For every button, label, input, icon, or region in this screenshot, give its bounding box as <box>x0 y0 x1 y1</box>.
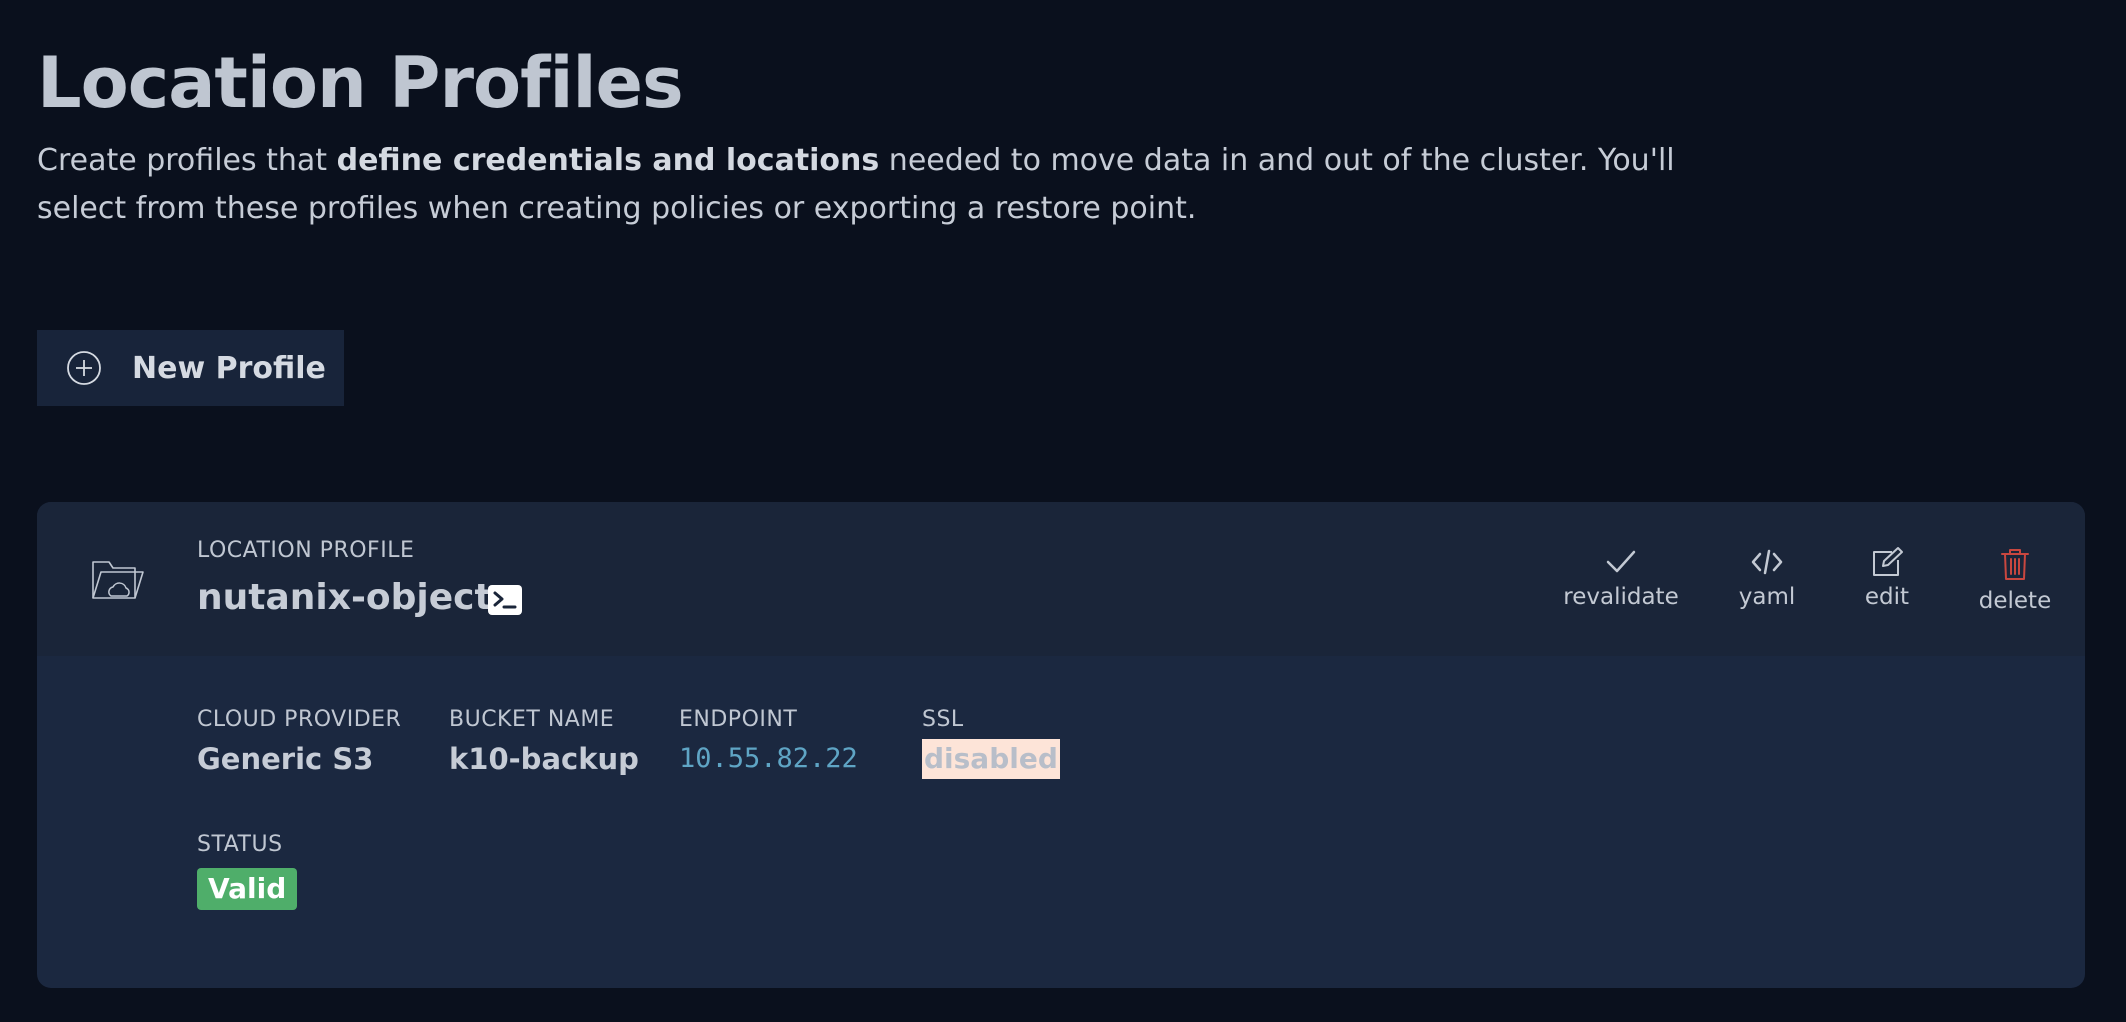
profile-type-label: LOCATION PROFILE <box>197 538 415 563</box>
yaml-action[interactable]: yaml <box>1717 546 1817 610</box>
description-emphasis: define credentials and locations <box>336 143 880 178</box>
bucket-name-field: BUCKET NAME k10-backup <box>449 705 639 779</box>
new-profile-button[interactable]: New Profile <box>37 330 344 406</box>
delete-label: delete <box>1978 588 2052 614</box>
ssl-field: SSL disabled <box>922 705 1060 779</box>
page-title: Location Profiles <box>37 42 684 124</box>
endpoint-label: ENDPOINT <box>679 707 798 732</box>
status-badge: Valid <box>197 868 298 910</box>
ssl-value: disabled <box>922 739 1060 779</box>
new-profile-label: New Profile <box>132 350 326 386</box>
delete-action[interactable]: delete <box>1959 546 2071 614</box>
description-text-start: Create profiles that <box>37 143 337 178</box>
profile-card-header: LOCATION PROFILE nutanix-object revalida… <box>37 502 2085 656</box>
code-icon <box>1751 549 1783 575</box>
location-profile-card: LOCATION PROFILE nutanix-object revalida… <box>37 502 2085 988</box>
terminal-icon[interactable] <box>488 585 522 615</box>
page-description: Create profiles that define credentials … <box>37 137 1677 233</box>
profile-name: nutanix-object <box>197 577 492 618</box>
status-label: STATUS <box>197 832 283 857</box>
revalidate-label: revalidate <box>1563 584 1679 610</box>
edit-icon <box>1873 547 1903 576</box>
yaml-label: yaml <box>1738 584 1796 610</box>
cloud-provider-label: CLOUD PROVIDER <box>197 707 402 732</box>
edit-label: edit <box>1864 584 1910 610</box>
endpoint-value: 10.55.82.22 <box>679 743 858 774</box>
cloud-provider-field: CLOUD PROVIDER Generic S3 <box>197 705 401 779</box>
edit-action[interactable]: edit <box>1837 546 1937 610</box>
revalidate-action[interactable]: revalidate <box>1546 546 1696 610</box>
status-field: STATUS Valid <box>197 830 298 910</box>
trash-icon <box>2001 549 2029 580</box>
bucket-name-value: k10-backup <box>449 742 639 776</box>
plus-circle-icon <box>67 351 101 385</box>
check-icon <box>1606 550 1636 573</box>
endpoint-field: ENDPOINT 10.55.82.22 <box>679 705 858 779</box>
folder-cloud-icon <box>92 561 144 599</box>
ssl-label: SSL <box>922 707 964 732</box>
cloud-provider-value: Generic S3 <box>197 742 374 776</box>
bucket-name-label: BUCKET NAME <box>449 707 615 732</box>
